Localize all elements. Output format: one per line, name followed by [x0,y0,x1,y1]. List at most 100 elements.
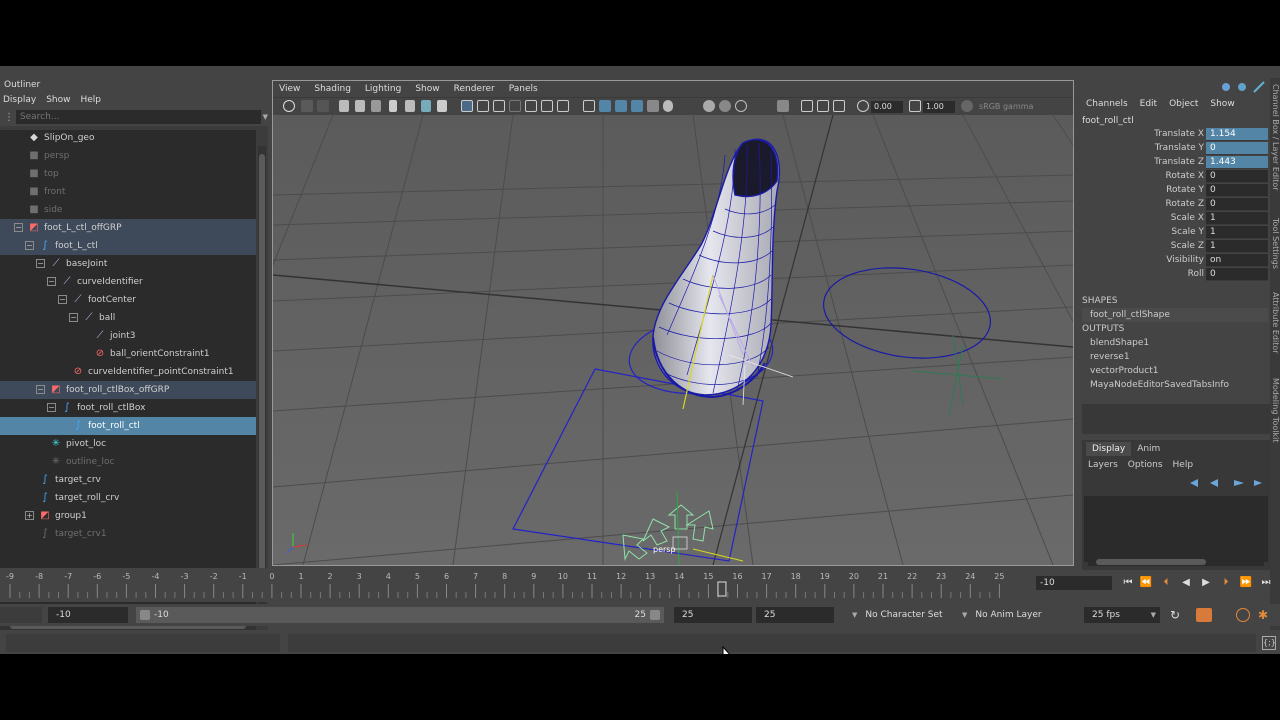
step-forward-frame-icon[interactable]: ⏵ [1218,576,1234,590]
new-layer-icon[interactable] [1234,480,1244,486]
channel-row[interactable]: Rotate Z0 [1082,198,1268,211]
channel-value-field[interactable]: 0 [1206,184,1268,197]
channel-value-field[interactable]: 0 [1206,268,1268,281]
wireframe-icon[interactable] [557,100,569,112]
collapse-icon[interactable]: − [25,241,34,250]
outliner-item[interactable]: ⟋ joint3 [0,327,256,345]
xray-icon[interactable] [541,100,553,112]
wireframe-on-shaded-icon[interactable] [599,100,611,112]
anim-layer-dropdown[interactable]: ▼ No Anim Layer [962,607,1042,623]
channel-row[interactable]: Translate Z 1.443 [1082,156,1268,169]
layer-menu-layers[interactable]: Layers [1088,460,1118,470]
channel-value-field[interactable]: 1.154 [1206,128,1268,141]
isolate-select-icon[interactable] [801,100,813,112]
expand-icon[interactable]: + [25,511,34,520]
outliner-item[interactable]: ∫ target_crv1 [0,525,256,543]
playback-end-field[interactable]: 25 [674,607,752,623]
viewport-menu-panels[interactable]: Panels [509,81,538,97]
channel-value-field[interactable]: 1.443 [1206,156,1268,169]
exposure-icon[interactable] [857,100,869,112]
depth-of-field-icon[interactable] [777,100,789,112]
viewport-menu-lighting[interactable]: Lighting [365,81,401,97]
channel-row[interactable]: Rotate X0 [1082,170,1268,183]
channel-label[interactable]: Scale X [1171,212,1204,225]
outliner-item[interactable]: − ∫ foot_roll_ctlBox [0,399,256,417]
time-slider[interactable]: -9 -8 -7 -6 -5 -4 -3 -2 -1 0 1 2 3 4 5 6 7 8 9 10 11 12 13 14 15… [0,568,1030,602]
outliner-item[interactable]: − ∫ foot_L_ctl [0,237,256,255]
step-back-frame-icon[interactable]: ⏴ [1158,576,1174,590]
outliner-item[interactable]: ■ front [0,183,256,201]
channel-box-menu-channels[interactable]: Channels [1086,96,1128,112]
tab-anim[interactable]: Anim [1131,442,1166,456]
move-layer-down-icon[interactable] [1210,479,1218,487]
viewport-menu-renderer[interactable]: Renderer [454,81,495,97]
play-forwards-icon[interactable]: ▶ [1198,576,1214,590]
new-layer-selected-icon[interactable] [1254,480,1262,486]
camera-attributes-icon[interactable] [301,100,313,112]
outliner-item[interactable]: ■ persp [0,147,256,165]
output-item[interactable]: reverse1 [1090,352,1130,362]
channel-box-menu-object[interactable]: Object [1169,96,1198,112]
tab-display[interactable]: Display [1086,442,1132,456]
outliner-item[interactable]: ✳ outline_loc [0,453,256,471]
isolate-icon[interactable] [525,100,537,112]
collapse-icon[interactable]: − [36,385,45,394]
outliner-item[interactable]: − ⟋ ball [0,309,256,327]
outliner-item[interactable]: − ⟋ footCenter [0,291,256,309]
resolution-gate-icon[interactable] [421,100,431,112]
use-all-lights-icon[interactable] [631,100,643,112]
collapse-icon[interactable]: − [14,223,23,232]
channel-label[interactable]: Translate X [1154,128,1204,141]
channel-box-node-name[interactable]: foot_roll_ctl [1082,116,1134,126]
command-input[interactable] [6,634,280,652]
range-end-handle[interactable] [650,610,660,620]
time-slider-ticks[interactable]: -9 -8 -7 -6 -5 -4 -3 -2 -1 0 1 2 3 4 5 6 7 8 9 10 11 12 13 14 15… [0,568,1030,602]
camera-lock-icon[interactable] [389,100,397,112]
collapse-icon[interactable]: − [69,313,78,322]
channel-label[interactable]: Visibility [1166,254,1204,267]
viewport-menu-shading[interactable]: Shading [314,81,351,97]
outliner-menu-display[interactable]: Display [3,92,36,108]
viewport-menu-show[interactable]: Show [415,81,439,97]
range-slider[interactable]: -10 25 [136,607,664,623]
channel-value-field[interactable]: 0 [1206,170,1268,183]
loop-icon[interactable]: ↻ [1170,608,1184,622]
side-tab-channel-box[interactable]: Channel Box / Layer Editor [1271,84,1280,191]
channel-value-field[interactable]: 0 [1206,142,1268,155]
preferences-icon[interactable]: ✱ [1258,608,1274,622]
collapse-icon[interactable]: − [47,403,56,412]
color-management-icon[interactable] [961,100,973,112]
grease-pencil-icon[interactable] [371,100,381,112]
channel-value-field[interactable]: on [1206,254,1268,267]
channel-box-menu-show[interactable]: Show [1210,96,1234,112]
outliner-item[interactable]: ∫ target_roll_crv [0,489,256,507]
safe-action-icon[interactable] [493,100,505,112]
side-tab-tool-settings[interactable]: Tool Settings [1271,218,1280,269]
outliner-item[interactable]: − ◩ foot_roll_ctlBox_offGRP [0,381,256,399]
channel-row[interactable]: Translate X 1.154 [1082,128,1268,141]
move-layer-up-icon[interactable] [1190,479,1198,487]
shadows-icon[interactable] [647,100,659,112]
exposure-field[interactable]: 0.00 [871,101,903,113]
range-start-handle[interactable] [140,610,150,620]
anti-aliasing-icon[interactable] [735,100,747,112]
character-set-dropdown[interactable]: ▼ No Character Set [852,607,943,623]
outliner-item[interactable]: ∫ foot_roll_ctl [0,417,256,435]
outliner-item[interactable]: ∫ target_crv [0,471,256,489]
channel-value-field[interactable]: 0 [1206,198,1268,211]
fps-dropdown[interactable]: 25 fps ▼ [1084,607,1160,623]
outliner-item[interactable]: − ◩ foot_L_ctl_offGRP [0,219,256,237]
channel-label[interactable]: Roll [1188,268,1204,281]
channel-box-header-icon[interactable] [1253,81,1265,93]
play-backwards-icon[interactable]: ◀ [1178,576,1194,590]
channel-value-field[interactable]: 1 [1206,212,1268,225]
collapse-icon[interactable]: − [47,277,56,286]
output-item[interactable]: vectorProduct1 [1090,366,1158,376]
animation-start-field[interactable]: -10 [48,607,128,623]
outliner-item[interactable]: − ⟋ baseJoint [0,255,256,273]
output-item[interactable]: MayaNodeEditorSavedTabsInfo [1090,380,1229,390]
step-back-key-icon[interactable]: ⏪ [1138,576,1154,590]
layer-horizontal-scrollbar[interactable] [1088,558,1264,566]
channel-row[interactable]: Scale Y1 [1082,226,1268,239]
outliner-item[interactable]: ⊘ ball_orientConstraint1 [0,345,256,363]
